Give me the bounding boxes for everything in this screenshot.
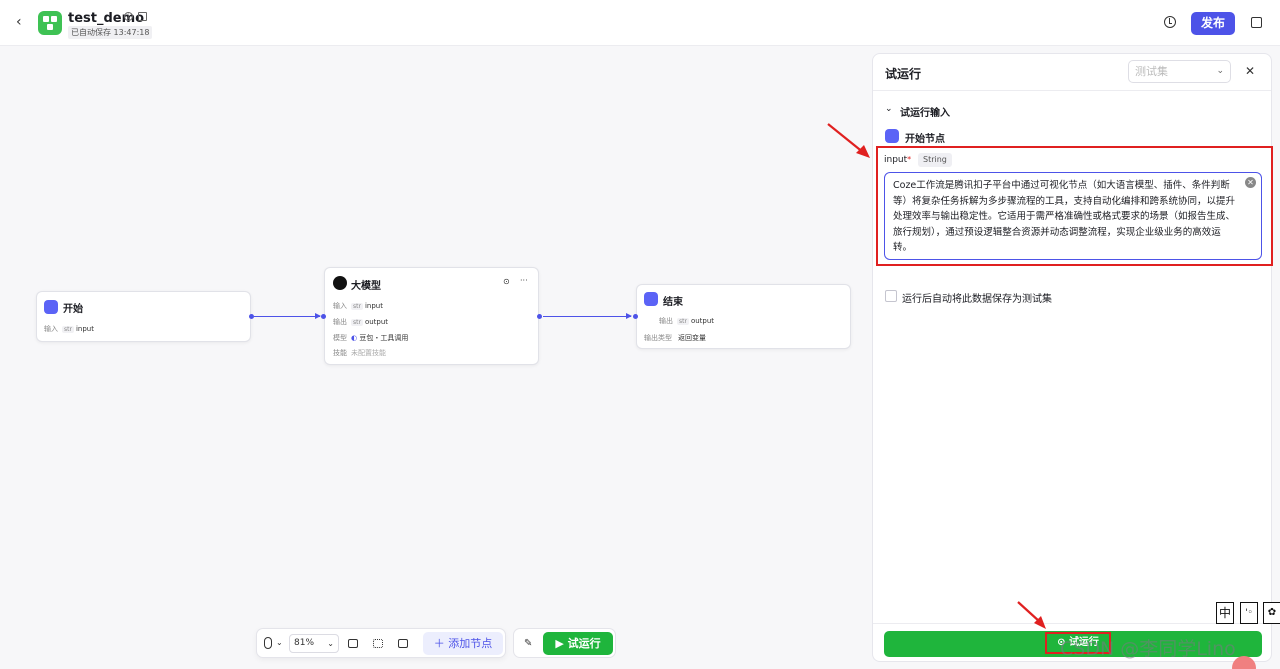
end-node-title: 结束 bbox=[663, 297, 683, 308]
info-icon[interactable]: i bbox=[124, 12, 133, 21]
llm-node-skill: 技能 未配置技能 bbox=[333, 349, 386, 357]
red-arrow-annotation bbox=[827, 123, 870, 158]
end-node[interactable]: 结束 输出 str output 输出类型 返回变量 bbox=[636, 284, 851, 349]
app-logo-icon bbox=[38, 11, 62, 35]
input-field-label: input* bbox=[884, 155, 912, 165]
start-node-title: 开始 bbox=[63, 304, 83, 315]
minimap-icon[interactable] bbox=[398, 639, 408, 648]
save-testset-checkbox[interactable] bbox=[885, 290, 897, 302]
start-node-icon bbox=[44, 300, 58, 314]
publish-button[interactable]: 发布 bbox=[1191, 12, 1235, 35]
app-title: test_demo bbox=[68, 11, 145, 26]
watermark: CSDN @李同学Lino bbox=[1060, 638, 1236, 660]
panel-title: 试运行 bbox=[885, 67, 922, 81]
chevron-down-icon: ⌄ bbox=[1216, 66, 1224, 76]
start-node-input: 输入 str input bbox=[44, 325, 94, 333]
wrench-icon[interactable]: ✎ bbox=[524, 638, 532, 649]
testset-select[interactable]: 测试集 ⌄ bbox=[1128, 60, 1231, 83]
end-node-icon bbox=[644, 292, 658, 306]
history-icon[interactable] bbox=[1164, 16, 1176, 28]
end-node-output-kind: 输出类型 返回变量 bbox=[644, 334, 706, 342]
copy-icon[interactable] bbox=[1251, 17, 1262, 28]
autosave-status: 已自动保存 13:47:18 bbox=[68, 26, 153, 39]
llm-node-input-port[interactable] bbox=[321, 314, 326, 319]
section-title[interactable]: 试运行输入 bbox=[900, 104, 950, 119]
workflow-canvas[interactable]: 开始 输入 str input 大模型 ⊙ ··· 输入 str input 输出 str… bbox=[0, 47, 870, 669]
red-arrow-annotation bbox=[1017, 601, 1046, 629]
end-node-output: 输出 str output bbox=[659, 317, 715, 325]
edge-start-to-llm bbox=[254, 313, 321, 319]
llm-node-output-port[interactable] bbox=[537, 314, 542, 319]
ime-indicator[interactable]: 中 bbox=[1216, 602, 1234, 624]
zoom-select[interactable]: 81% ⌄ bbox=[289, 634, 339, 653]
llm-node-title: 大模型 bbox=[351, 281, 381, 292]
run-toolbar: ✎ ▶ 试运行 bbox=[513, 628, 616, 658]
field-type-tag: String bbox=[918, 153, 952, 167]
test-run-button[interactable]: ▶ 试运行 bbox=[543, 632, 613, 655]
start-node[interactable]: 开始 输入 str input bbox=[36, 291, 251, 342]
divider bbox=[873, 90, 1271, 91]
run-node-icon[interactable]: ⊙ bbox=[503, 277, 510, 286]
mouse-mode-icon[interactable] bbox=[264, 637, 272, 649]
chevron-down-icon: ⌄ bbox=[327, 639, 334, 648]
test-run-panel: 试运行 测试集 ⌄ ✕ ⌄ 试运行输入 开始节点 input* String Co… bbox=[872, 53, 1273, 662]
input-textarea[interactable]: Coze工作流是腾讯扣子平台中通过可视化节点（如大语言模型、插件、条件判断等）将… bbox=[884, 172, 1262, 260]
start-node-icon bbox=[885, 129, 899, 143]
llm-node-input: 输入 str input bbox=[333, 302, 383, 310]
back-arrow-icon[interactable]: ‹ bbox=[16, 14, 32, 30]
llm-node-output: 输出 str output bbox=[333, 318, 389, 326]
start-node-label: 开始节点 bbox=[905, 134, 945, 145]
layout-icon[interactable] bbox=[373, 639, 383, 648]
chevron-down-icon[interactable]: ⌄ bbox=[276, 638, 283, 647]
more-icon[interactable]: ··· bbox=[520, 276, 528, 285]
top-bar: ‹ test_demo i 已自动保存 13:47:18 发布 bbox=[0, 0, 1280, 46]
canvas-toolbar: ⌄ 81% ⌄ ＋ 添加节点 bbox=[256, 628, 506, 658]
punctuation-icon[interactable]: '◦ bbox=[1240, 602, 1258, 624]
collapse-chevron-icon[interactable]: ⌄ bbox=[885, 104, 893, 114]
end-node-input-port[interactable] bbox=[633, 314, 638, 319]
skin-icon[interactable]: ✿ bbox=[1263, 602, 1280, 624]
llm-node[interactable]: 大模型 ⊙ ··· 输入 str input 输出 str output 模型 ◐ 豆包・… bbox=[324, 267, 539, 365]
edge-llm-to-end bbox=[543, 313, 632, 319]
clear-icon[interactable]: ✕ bbox=[1245, 177, 1256, 188]
save-testset-label: 运行后自动将此数据保存为测试集 bbox=[902, 294, 1052, 305]
edit-icon[interactable] bbox=[138, 12, 147, 21]
llm-node-model: 模型 ◐ 豆包・工具调用 bbox=[333, 334, 409, 342]
comment-icon[interactable] bbox=[348, 639, 358, 648]
add-node-button[interactable]: ＋ 添加节点 bbox=[423, 632, 503, 655]
llm-node-icon bbox=[333, 276, 347, 290]
divider bbox=[873, 623, 1271, 624]
close-icon[interactable]: ✕ bbox=[1245, 64, 1255, 78]
